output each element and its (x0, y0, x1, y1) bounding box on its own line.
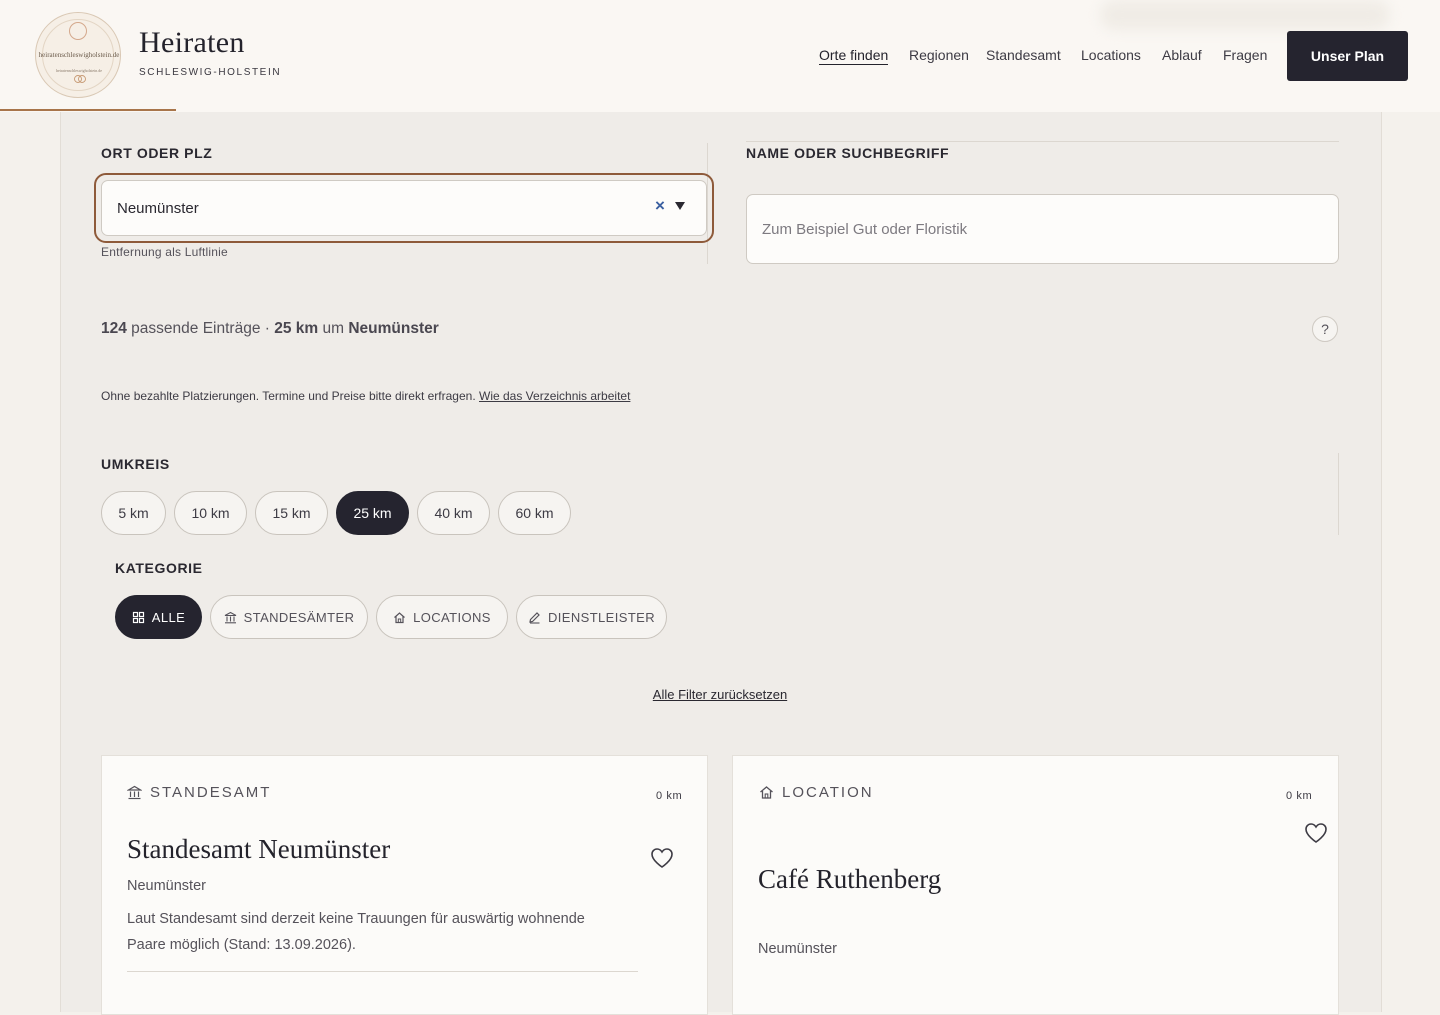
result-count: 124 (101, 320, 127, 337)
chevron-down-icon[interactable] (675, 202, 685, 210)
directory-info-link[interactable]: Wie das Verzeichnis arbeitet (479, 389, 630, 403)
category-locations[interactable]: LOCATIONS (376, 595, 508, 639)
directory-note: Ohne bezahlte Platzierungen. Termine und… (101, 389, 630, 403)
grid-icon (132, 611, 144, 623)
radius-option-5km[interactable]: 5 km (101, 491, 166, 535)
result-summary: 124 passende Einträge · 25 km um Neumüns… (101, 320, 439, 338)
heart-icon[interactable] (650, 847, 674, 869)
logo[interactable]: heiratenschleswigholstein.de heiratensch… (35, 12, 121, 98)
help-button[interactable]: ? (1312, 316, 1338, 342)
reset-filters-link[interactable]: Alle Filter zurücksetzen (653, 687, 787, 702)
house-icon (760, 786, 773, 799)
header-blur (1100, 0, 1390, 30)
radius-option-10km[interactable]: 10 km (174, 491, 247, 535)
category-label: KATEGORIE (115, 560, 203, 576)
nav-locations[interactable]: Locations (1081, 47, 1141, 63)
house-icon (394, 611, 406, 623)
nav-ablauf[interactable]: Ablauf (1162, 47, 1202, 63)
location-select[interactable]: Neumünster × (101, 180, 707, 236)
card-type: LOCATION (759, 784, 874, 801)
radius-option-15km[interactable]: 15 km (255, 491, 328, 535)
card-description: Laut Standesamt sind derzeit keine Trauu… (127, 911, 585, 953)
card-type-label: STANDESAMT (150, 784, 272, 801)
card-city: Neumünster (127, 878, 206, 894)
site-header: heiratenschleswigholstein.de heiratensch… (0, 0, 1440, 112)
pencil-icon (529, 611, 540, 624)
building-icon (224, 611, 236, 623)
nav-orte-finden[interactable]: Orte finden (819, 47, 889, 65)
search-input[interactable] (746, 194, 1339, 264)
card-type-label: LOCATION (782, 784, 874, 801)
nav-fragen[interactable]: Fragen (1223, 47, 1267, 63)
result-count-text: passende Einträge · (126, 320, 275, 337)
building-icon (127, 785, 142, 800)
result-around-text: um (318, 320, 349, 337)
search-label: NAME ODER SUCHBEGRIFF (746, 145, 950, 161)
category-alle-label: ALLE (151, 609, 186, 625)
brand-subtitle: SCHLESWIG-HOLSTEIN (139, 67, 282, 78)
radius-option-60km[interactable]: 60 km (498, 491, 571, 535)
radius-label: UMKREIS (101, 456, 170, 472)
header-accent-line (0, 109, 176, 111)
card-title[interactable]: Standesamt Neumünster (127, 834, 390, 865)
logo-subtext: heiratenschleswigholstein.de (55, 68, 103, 73)
brand-title[interactable]: Heiraten (139, 26, 245, 60)
card-distance: 0 km (1286, 790, 1313, 802)
category-alle[interactable]: ALLE (115, 595, 202, 639)
nav-regionen[interactable]: Regionen (909, 47, 969, 63)
card-type: STANDESAMT (127, 784, 271, 801)
radius-option-40km[interactable]: 40 km (417, 491, 490, 535)
result-card[interactable]: LOCATION 0 km Café Ruthenberg Neumünster (732, 755, 1339, 1015)
result-place: Neumünster (348, 320, 439, 337)
rings-icon (74, 75, 86, 83)
card-divider (127, 971, 638, 972)
reset-row: Alle Filter zurücksetzen (0, 687, 1440, 702)
category-standesaemter-label: STANDESÄMTER (243, 609, 355, 625)
clear-location-icon[interactable]: × (655, 196, 665, 216)
card-title[interactable]: Café Ruthenberg (758, 864, 941, 895)
nav-standesamt[interactable]: Standesamt (986, 47, 1061, 63)
category-standesaemter[interactable]: STANDESÄMTER (210, 595, 368, 639)
heart-icon[interactable] (1304, 822, 1328, 844)
unser-plan-button[interactable]: Unser Plan (1287, 31, 1408, 81)
card-distance: 0 km (656, 790, 683, 802)
radius-option-25km[interactable]: 25 km (336, 491, 409, 535)
card-city: Neumünster (758, 941, 837, 957)
search-top-rule (746, 141, 1339, 142)
category-dienstleister[interactable]: DIENSTLEISTER (516, 595, 667, 639)
location-hint: Entfernung als Luftlinie (101, 245, 228, 259)
logo-emblem-icon (69, 22, 87, 40)
result-radius: 25 km (274, 320, 319, 337)
note-text: Ohne bezahlte Platzierungen. Termine und… (101, 389, 479, 403)
logo-text: heiratenschleswigholstein.de (38, 51, 120, 59)
result-card[interactable]: STANDESAMT 0 km Standesamt Neumünster Ne… (101, 755, 708, 1015)
category-dienstleister-label: DIENSTLEISTER (547, 609, 656, 625)
location-label: ORT ODER PLZ (101, 145, 213, 161)
category-locations-label: LOCATIONS (413, 609, 491, 625)
radius-right-rule (1338, 453, 1339, 535)
location-value: Neumünster (117, 200, 199, 217)
